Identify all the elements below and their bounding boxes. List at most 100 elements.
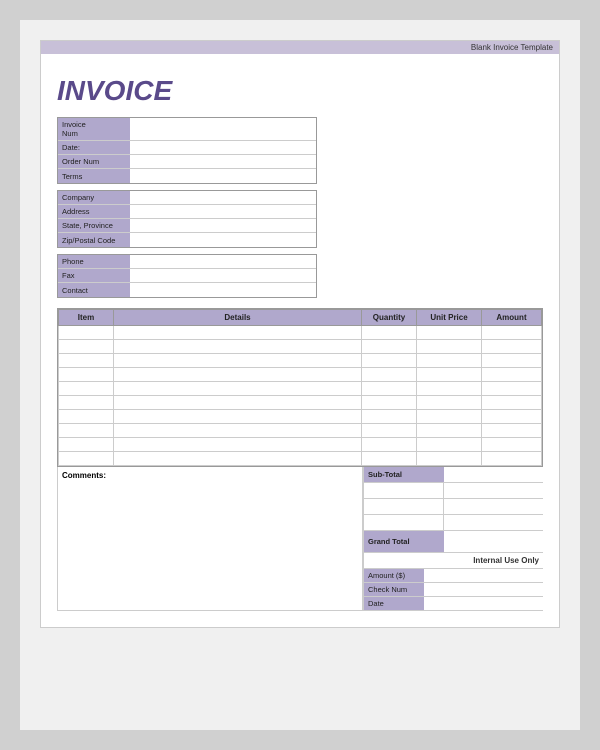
address-label: Address: [58, 205, 130, 218]
address-value[interactable]: [130, 205, 316, 218]
cell-4-0[interactable]: [59, 382, 114, 396]
cell-6-0[interactable]: [59, 410, 114, 424]
payment-date-value[interactable]: [424, 597, 543, 610]
cell-1-1[interactable]: [114, 340, 362, 354]
cell-1-0[interactable]: [59, 340, 114, 354]
internal-use-banner: Internal Use Only: [364, 553, 543, 569]
state-row: State, Province: [58, 219, 316, 233]
cell-5-4[interactable]: [482, 396, 542, 410]
cell-1-3[interactable]: [417, 340, 482, 354]
cell-2-2[interactable]: [362, 354, 417, 368]
check-num-row: Check Num: [364, 583, 543, 597]
cell-7-2[interactable]: [362, 424, 417, 438]
cell-9-3[interactable]: [417, 452, 482, 466]
cell-4-2[interactable]: [362, 382, 417, 396]
phone-value[interactable]: [130, 255, 316, 268]
company-fields-group: Company Address State, Province Zip/Post…: [57, 190, 317, 248]
grand-total-label: Grand Total: [364, 531, 444, 552]
cell-0-3[interactable]: [417, 326, 482, 340]
cell-8-1[interactable]: [114, 438, 362, 452]
cell-8-4[interactable]: [482, 438, 542, 452]
col-header-unit-price: Unit Price: [417, 310, 482, 326]
cell-8-0[interactable]: [59, 438, 114, 452]
cell-6-2[interactable]: [362, 410, 417, 424]
comments-area[interactable]: Comments:: [57, 467, 363, 611]
cell-3-4[interactable]: [482, 368, 542, 382]
grand-total-value[interactable]: [444, 531, 543, 552]
cell-3-3[interactable]: [417, 368, 482, 382]
table-header-row: Item Details Quantity Unit Price Amount: [59, 310, 542, 326]
cell-6-3[interactable]: [417, 410, 482, 424]
cell-3-2[interactable]: [362, 368, 417, 382]
meta-fields-group: InvoiceNum Date: Order Num Terms: [57, 117, 317, 184]
table-row: [59, 438, 542, 452]
contact-fields-group: Phone Fax Contact: [57, 254, 317, 298]
order-num-value[interactable]: [130, 155, 316, 168]
address-row: Address: [58, 205, 316, 219]
col-header-amount: Amount: [482, 310, 542, 326]
contact-value[interactable]: [130, 283, 316, 297]
cell-0-0[interactable]: [59, 326, 114, 340]
cell-4-1[interactable]: [114, 382, 362, 396]
cell-7-4[interactable]: [482, 424, 542, 438]
invoice-title: INVOICE: [57, 75, 543, 107]
cell-5-0[interactable]: [59, 396, 114, 410]
table-row: [59, 354, 542, 368]
fax-label: Fax: [58, 269, 130, 282]
amount-value[interactable]: [424, 569, 543, 582]
state-label: State, Province: [58, 219, 130, 232]
cell-9-2[interactable]: [362, 452, 417, 466]
cell-3-1[interactable]: [114, 368, 362, 382]
cell-2-4[interactable]: [482, 354, 542, 368]
cell-0-1[interactable]: [114, 326, 362, 340]
terms-row: Terms: [58, 169, 316, 183]
cell-8-2[interactable]: [362, 438, 417, 452]
cell-7-0[interactable]: [59, 424, 114, 438]
cell-9-4[interactable]: [482, 452, 542, 466]
table-row: [59, 452, 542, 466]
company-value[interactable]: [130, 191, 316, 204]
cell-6-1[interactable]: [114, 410, 362, 424]
cell-4-4[interactable]: [482, 382, 542, 396]
cell-1-4[interactable]: [482, 340, 542, 354]
zip-value[interactable]: [130, 233, 316, 247]
cell-3-0[interactable]: [59, 368, 114, 382]
fax-value[interactable]: [130, 269, 316, 282]
table-row: [59, 382, 542, 396]
invoice-num-label: InvoiceNum: [58, 118, 130, 140]
table-row: [59, 326, 542, 340]
cell-2-1[interactable]: [114, 354, 362, 368]
cell-7-3[interactable]: [417, 424, 482, 438]
cell-9-1[interactable]: [114, 452, 362, 466]
date-value[interactable]: [130, 141, 316, 154]
amount-row: Amount ($): [364, 569, 543, 583]
col-header-quantity: Quantity: [362, 310, 417, 326]
company-row: Company: [58, 191, 316, 205]
order-num-row: Order Num: [58, 155, 316, 169]
cell-7-1[interactable]: [114, 424, 362, 438]
sub-total-label: Sub-Total: [364, 467, 444, 482]
cell-9-0[interactable]: [59, 452, 114, 466]
payment-date-row: Date: [364, 597, 543, 611]
check-num-value[interactable]: [424, 583, 543, 596]
cell-8-3[interactable]: [417, 438, 482, 452]
internal-use-text: Internal Use Only: [473, 556, 539, 565]
state-value[interactable]: [130, 219, 316, 232]
terms-value[interactable]: [130, 169, 316, 183]
cell-2-3[interactable]: [417, 354, 482, 368]
cell-0-2[interactable]: [362, 326, 417, 340]
table-row: [59, 410, 542, 424]
date-label: Date:: [58, 141, 130, 154]
cell-5-2[interactable]: [362, 396, 417, 410]
cell-5-3[interactable]: [417, 396, 482, 410]
cell-6-4[interactable]: [482, 410, 542, 424]
cell-5-1[interactable]: [114, 396, 362, 410]
sub-total-value[interactable]: [444, 467, 543, 482]
invoice-num-value[interactable]: [130, 118, 316, 140]
table-row: [59, 424, 542, 438]
cell-2-0[interactable]: [59, 354, 114, 368]
cell-4-3[interactable]: [417, 382, 482, 396]
cell-1-2[interactable]: [362, 340, 417, 354]
cell-0-4[interactable]: [482, 326, 542, 340]
totals-empty-3: [364, 515, 543, 531]
